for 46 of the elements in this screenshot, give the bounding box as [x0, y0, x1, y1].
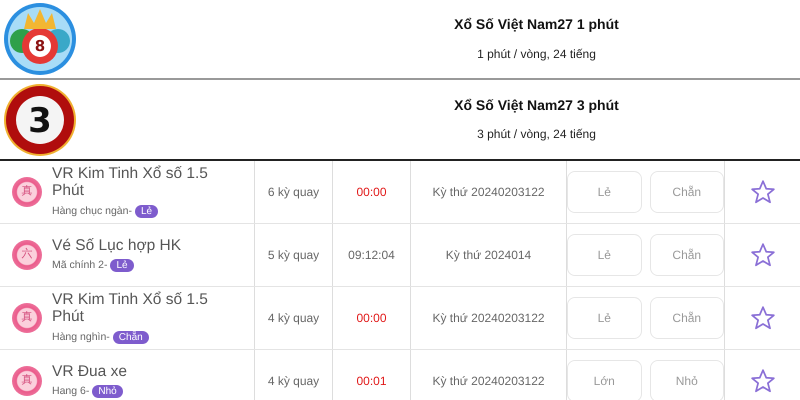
- countdown-time: 00:01: [356, 374, 387, 388]
- result-tag: Chẵn: [112, 331, 149, 344]
- lottery-icon: 真: [12, 366, 42, 396]
- draw-count: 6 kỳ quay: [268, 184, 320, 200]
- game-subtitle: 1 phút / vòng, 24 tiếng: [477, 46, 596, 61]
- bet-position: Hàng nghìn-: [52, 331, 110, 344]
- star-icon[interactable]: [750, 242, 776, 268]
- game-subtitle: 3 phút / vòng, 24 tiếng: [477, 127, 596, 142]
- draw-count: 4 kỳ quay: [268, 374, 320, 388]
- lottery-name: VR Đua xe: [52, 362, 127, 380]
- star-icon[interactable]: [750, 368, 776, 394]
- ball-logo-icon: 3: [2, 82, 78, 158]
- result-tag: Nhỏ: [92, 385, 123, 398]
- draw-count: 4 kỳ quay: [268, 310, 320, 326]
- countdown-time: 09:12:04: [348, 248, 395, 262]
- ball-logo-icon: 8: [2, 1, 78, 77]
- lottery-icon: 六: [12, 240, 42, 270]
- lottery-icon: 真: [12, 177, 42, 207]
- star-icon[interactable]: [750, 305, 776, 331]
- bet-option-button[interactable]: Chẵn: [650, 297, 724, 339]
- countdown-time: 00:00: [356, 310, 387, 326]
- lottery-name: VR Kim Tinh Xổ số 1.5 Phút: [52, 290, 209, 326]
- bet-option-button[interactable]: Chẵn: [650, 171, 724, 213]
- bet-option-button[interactable]: Lẻ: [567, 297, 642, 339]
- game-title: Xổ Số Việt Nam27 3 phút: [454, 96, 619, 114]
- result-tag: Lẻ: [110, 259, 134, 272]
- draw-count: 5 kỳ quay: [268, 248, 320, 262]
- bet-option-button[interactable]: Lẻ: [567, 234, 642, 276]
- bet-position: Hang 6-: [52, 385, 90, 398]
- bet-option-button[interactable]: Lẻ: [567, 171, 642, 213]
- countdown-time: 00:00: [356, 184, 387, 200]
- bet-option-button[interactable]: Chẵn: [650, 234, 724, 276]
- star-icon[interactable]: [750, 179, 776, 205]
- bet-option-button[interactable]: Nhỏ: [650, 360, 724, 400]
- game-title: Xổ Số Việt Nam27 1 phút: [454, 16, 619, 34]
- issue-number: Kỳ thứ 20240203122: [432, 184, 545, 200]
- result-tag: Lẻ: [134, 205, 158, 218]
- issue-number: Kỳ thứ 20240203122: [432, 310, 545, 326]
- issue-number: Kỳ thứ 20240203122: [432, 374, 545, 388]
- lottery-icon: 真: [12, 303, 42, 333]
- bet-option-button[interactable]: Lớn: [567, 360, 642, 400]
- lottery-name: Vé Số Lục hợp HK: [52, 236, 182, 254]
- bet-position: Hàng chục ngàn-: [52, 205, 132, 218]
- issue-number: Kỳ thứ 2024014: [446, 248, 532, 262]
- bet-position: Mã chính 2-: [52, 259, 108, 272]
- lottery-name: VR Kim Tinh Xổ số 1.5 Phút: [52, 164, 209, 200]
